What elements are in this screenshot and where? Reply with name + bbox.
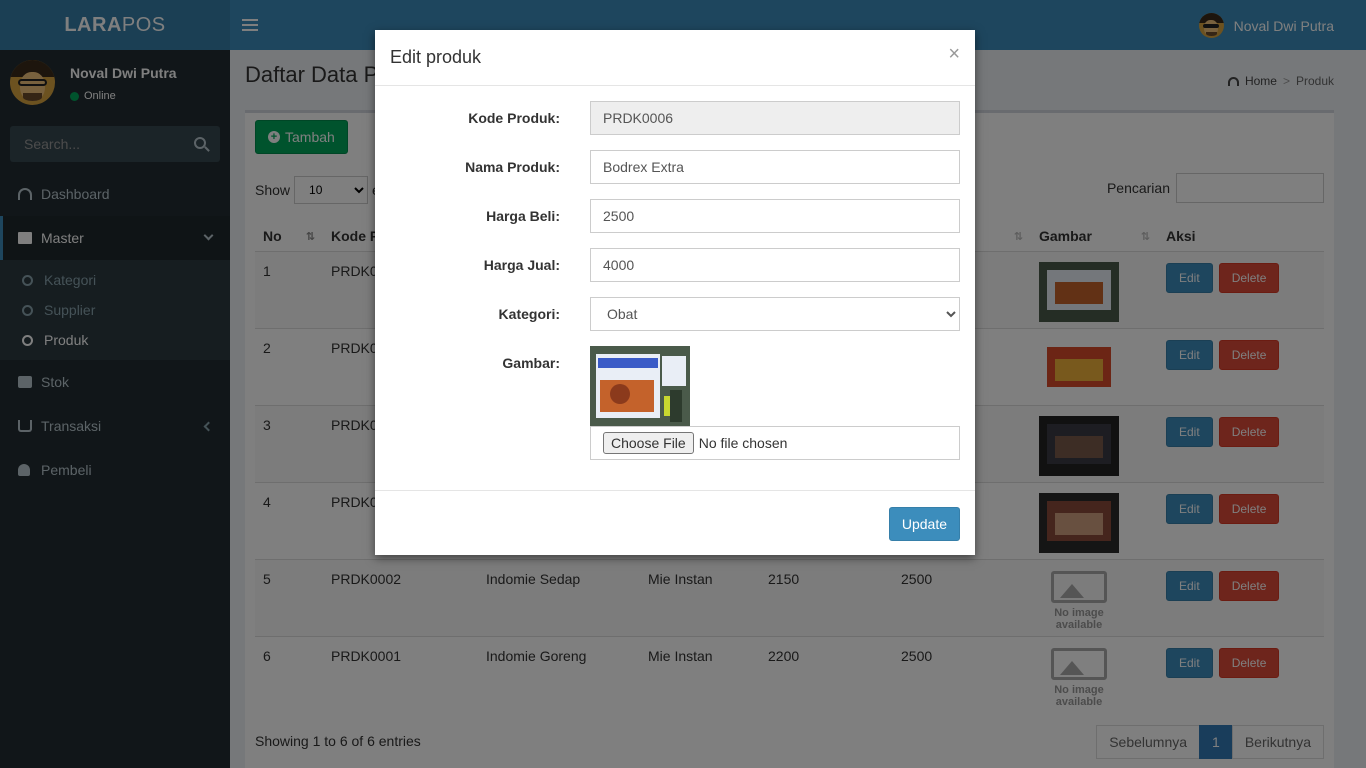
product-image-preview [590,346,690,426]
form-group-kode: Kode Produk: [375,101,975,135]
modal-title: Edit produk [390,47,482,67]
close-icon[interactable]: × [948,44,960,64]
kode-label: Kode Produk: [468,110,560,126]
file-status: No file chosen [698,435,788,451]
form-group-beli: Harga Beli: [375,199,975,233]
modal-footer: Update [375,490,975,555]
form-group-kategori: Kategori: Obat [375,297,975,331]
harga-jual-label: Harga Jual: [483,257,560,273]
modal-header: Edit produk × [375,30,975,86]
harga-jual-field[interactable] [590,248,960,282]
nama-label: Nama Produk: [465,159,560,175]
form-group-jual: Harga Jual: [375,248,975,282]
edit-product-modal: Edit produk × Kode Produk: Nama Produk: … [375,30,975,555]
harga-beli-label: Harga Beli: [486,208,560,224]
kode-produk-field[interactable] [590,101,960,135]
gambar-label: Gambar: [502,355,560,371]
nama-produk-field[interactable] [590,150,960,184]
file-input[interactable]: Choose File No file chosen [590,426,960,460]
choose-file-button[interactable]: Choose File [603,432,694,454]
kategori-label: Kategori: [498,306,560,322]
harga-beli-field[interactable] [590,199,960,233]
form-group-nama: Nama Produk: [375,150,975,184]
kategori-select[interactable]: Obat [590,297,960,331]
update-button[interactable]: Update [888,507,960,541]
